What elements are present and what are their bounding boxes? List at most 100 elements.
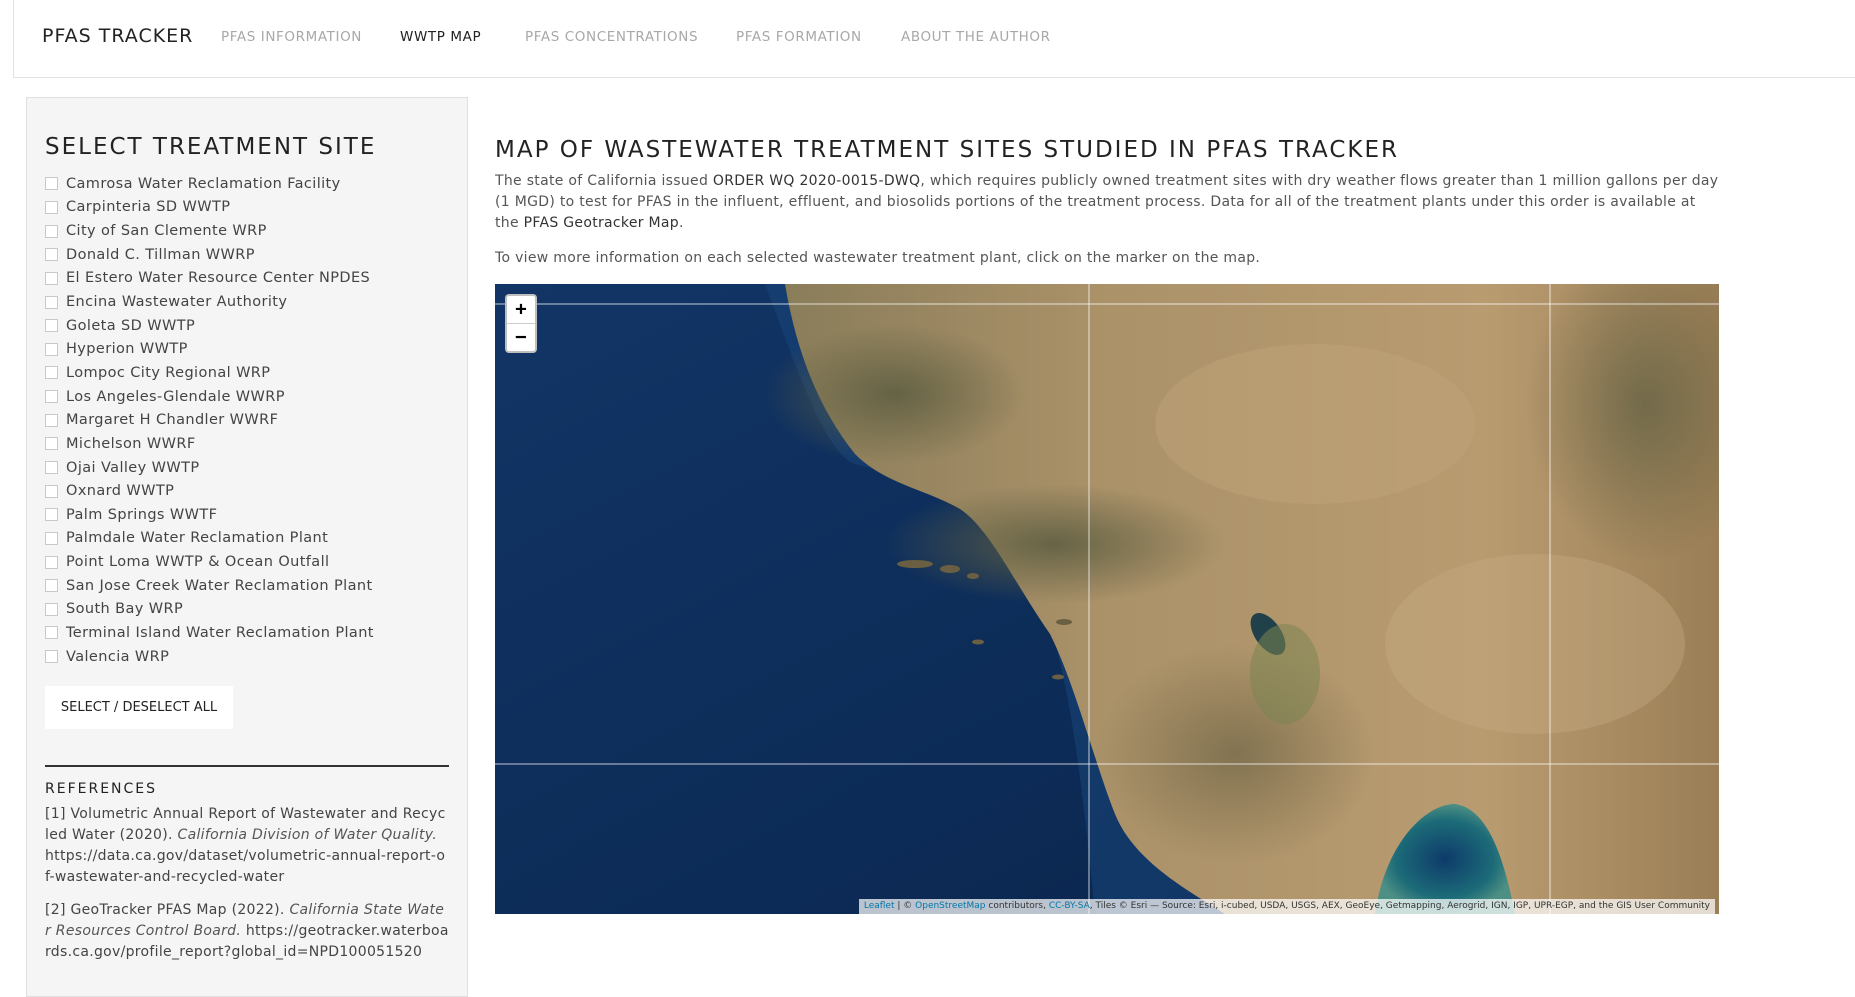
map-instructions: To view more information on each selecte… xyxy=(495,250,1261,266)
site-checkbox-item[interactable]: South Bay WRP xyxy=(45,598,465,622)
site-checkbox[interactable] xyxy=(45,319,58,333)
site-label[interactable]: El Estero Water Resource Center NPDES xyxy=(66,270,370,286)
site-checkbox[interactable] xyxy=(45,295,58,309)
catalina-island xyxy=(1056,619,1072,625)
site-label[interactable]: San Jose Creek Water Reclamation Plant xyxy=(66,578,373,594)
site-checkbox[interactable] xyxy=(45,413,58,427)
site-checkbox-item[interactable]: Los Angeles-Glendale WWRP xyxy=(45,385,465,409)
site-checkbox-item[interactable]: Margaret H Chandler WWRF xyxy=(45,408,465,432)
site-label[interactable]: Point Loma WWTP & Ocean Outfall xyxy=(66,554,329,570)
site-checkbox-item[interactable]: Valencia WRP xyxy=(45,645,465,669)
site-checkbox-item[interactable]: Carpinteria SD WWTP xyxy=(45,196,465,220)
site-checkbox-item[interactable]: Camrosa Water Reclamation Facility xyxy=(45,172,465,196)
site-label[interactable]: Terminal Island Water Reclamation Plant xyxy=(66,625,374,641)
site-selection-sidebar: SELECT TREATMENT SITE Camrosa Water Recl… xyxy=(26,97,468,997)
intro-text-1: The state of California issued xyxy=(495,173,713,189)
site-label[interactable]: Donald C. Tillman WWRP xyxy=(66,247,255,263)
site-checkbox[interactable] xyxy=(45,248,58,262)
imperial-valley xyxy=(1250,624,1320,724)
site-checkbox[interactable] xyxy=(45,200,58,214)
zoom-in-button[interactable]: + xyxy=(507,296,535,323)
site-label[interactable]: Palm Springs WWTF xyxy=(66,507,217,523)
brand-logo-text[interactable]: PFAS TRACKER xyxy=(42,25,193,47)
peninsular-range xyxy=(1095,644,1375,864)
site-label[interactable]: Margaret H Chandler WWRF xyxy=(66,412,278,428)
site-label[interactable]: Carpinteria SD WWTP xyxy=(66,199,230,215)
nav-link-wwtp-map[interactable]: WWTP MAP xyxy=(400,29,481,45)
site-checkbox-item[interactable]: Lompoc City Regional WRP xyxy=(45,361,465,385)
site-label[interactable]: Valencia WRP xyxy=(66,649,169,665)
site-checkbox-item[interactable]: San Jose Creek Water Reclamation Plant xyxy=(45,574,465,598)
site-checkbox[interactable] xyxy=(45,508,58,522)
reference-1-url[interactable]: https://data.ca.gov/dataset/volumetric-a… xyxy=(45,848,445,885)
site-checkbox-item[interactable]: Goleta SD WWTP xyxy=(45,314,465,338)
site-label[interactable]: Michelson WWRF xyxy=(66,436,196,452)
site-checkbox[interactable] xyxy=(45,437,58,451)
nav-link-pfas-information[interactable]: PFAS INFORMATION xyxy=(221,29,362,45)
leaflet-link[interactable]: Leaflet xyxy=(864,901,895,911)
desert-basin xyxy=(1385,554,1685,734)
site-checkbox-item[interactable]: Encina Wastewater Authority xyxy=(45,290,465,314)
site-label[interactable]: Ojai Valley WWTP xyxy=(66,460,200,476)
site-label[interactable]: City of San Clemente WRP xyxy=(66,223,267,239)
nav-link-pfas-formation[interactable]: PFAS FORMATION xyxy=(736,29,862,45)
map-attribution: Leaflet | © OpenStreetMap contributors, … xyxy=(858,899,1715,914)
site-checkbox-item[interactable]: Michelson WWRF xyxy=(45,432,465,456)
site-checkbox[interactable] xyxy=(45,366,58,380)
site-checkbox[interactable] xyxy=(45,579,58,593)
site-checkbox[interactable] xyxy=(45,390,58,404)
attribution-separator: | © xyxy=(894,901,916,911)
zoom-out-button[interactable]: − xyxy=(507,323,535,351)
select-deselect-all-button[interactable]: SELECT / DESELECT ALL xyxy=(45,686,233,729)
site-checkbox[interactable] xyxy=(45,484,58,498)
site-checkbox[interactable] xyxy=(45,531,58,545)
site-label[interactable]: Lompoc City Regional WRP xyxy=(66,365,270,381)
san-clemente-island xyxy=(1052,674,1064,680)
nav-link-about-the-author[interactable]: ABOUT THE AUTHOR xyxy=(901,29,1051,45)
reference-1-source: California Division of Water Quality. xyxy=(177,827,438,843)
site-label[interactable]: Los Angeles-Glendale WWRP xyxy=(66,389,285,405)
site-checkbox[interactable] xyxy=(45,555,58,569)
site-checkbox-item[interactable]: Hyperion WWTP xyxy=(45,337,465,361)
site-label[interactable]: Palmdale Water Reclamation Plant xyxy=(66,530,328,546)
mojave-desert xyxy=(1155,344,1475,504)
site-checkbox-item[interactable]: Terminal Island Water Reclamation Plant xyxy=(45,621,465,645)
site-checkbox[interactable] xyxy=(45,177,58,191)
site-checkbox[interactable] xyxy=(45,224,58,238)
sidebar-title: SELECT TREATMENT SITE xyxy=(45,134,377,160)
wwtp-map[interactable]: + − Leaflet | © OpenStreetMap contributo… xyxy=(495,284,1719,914)
attribution-contributors: contributors, xyxy=(985,901,1049,911)
site-checkbox-item[interactable]: Oxnard WWTP xyxy=(45,479,465,503)
site-checkbox[interactable] xyxy=(45,650,58,664)
site-checkbox-item[interactable]: El Estero Water Resource Center NPDES xyxy=(45,267,465,291)
site-checkbox-item[interactable]: Donald C. Tillman WWRP xyxy=(45,243,465,267)
intro-paragraph: The state of California issued ORDER WQ … xyxy=(495,171,1720,234)
site-checkbox-item[interactable]: City of San Clemente WRP xyxy=(45,219,465,243)
site-label[interactable]: Hyperion WWTP xyxy=(66,341,188,357)
site-checkbox[interactable] xyxy=(45,461,58,474)
coastal-range xyxy=(765,324,1025,464)
channel-island-small xyxy=(940,565,960,573)
site-checkbox[interactable] xyxy=(45,602,58,616)
site-label[interactable]: Encina Wastewater Authority xyxy=(66,294,287,310)
site-checkbox-item[interactable]: Point Loma WWTP & Ocean Outfall xyxy=(45,550,465,574)
satellite-basemap[interactable] xyxy=(495,284,1719,914)
site-checkbox[interactable] xyxy=(45,626,58,640)
site-label[interactable]: South Bay WRP xyxy=(66,601,183,617)
treatment-site-list: Camrosa Water Reclamation Facility Carpin… xyxy=(45,172,465,668)
page-title: MAP OF WASTEWATER TREATMENT SITES STUDIE… xyxy=(495,137,1400,163)
nav-link-pfas-concentrations[interactable]: PFAS CONCENTRATIONS xyxy=(525,29,698,45)
site-checkbox-item[interactable]: Ojai Valley WWTP xyxy=(45,456,465,480)
site-checkbox[interactable] xyxy=(45,342,58,356)
site-label[interactable]: Goleta SD WWTP xyxy=(66,318,195,334)
cc-by-sa-link[interactable]: CC-BY-SA xyxy=(1049,901,1090,911)
site-checkbox-item[interactable]: Palmdale Water Reclamation Plant xyxy=(45,527,465,551)
site-checkbox-item[interactable]: Palm Springs WWTF xyxy=(45,503,465,527)
geotracker-map-link[interactable]: PFAS Geotracker Map xyxy=(524,215,679,231)
channel-islands xyxy=(897,560,933,568)
site-label[interactable]: Oxnard WWTP xyxy=(66,483,174,499)
top-navbar: PFAS TRACKER PFAS INFORMATION WWTP MAP P… xyxy=(13,0,1855,78)
site-checkbox[interactable] xyxy=(45,271,58,285)
site-label[interactable]: Camrosa Water Reclamation Facility xyxy=(66,176,341,192)
openstreetmap-link[interactable]: OpenStreetMap xyxy=(915,901,985,911)
